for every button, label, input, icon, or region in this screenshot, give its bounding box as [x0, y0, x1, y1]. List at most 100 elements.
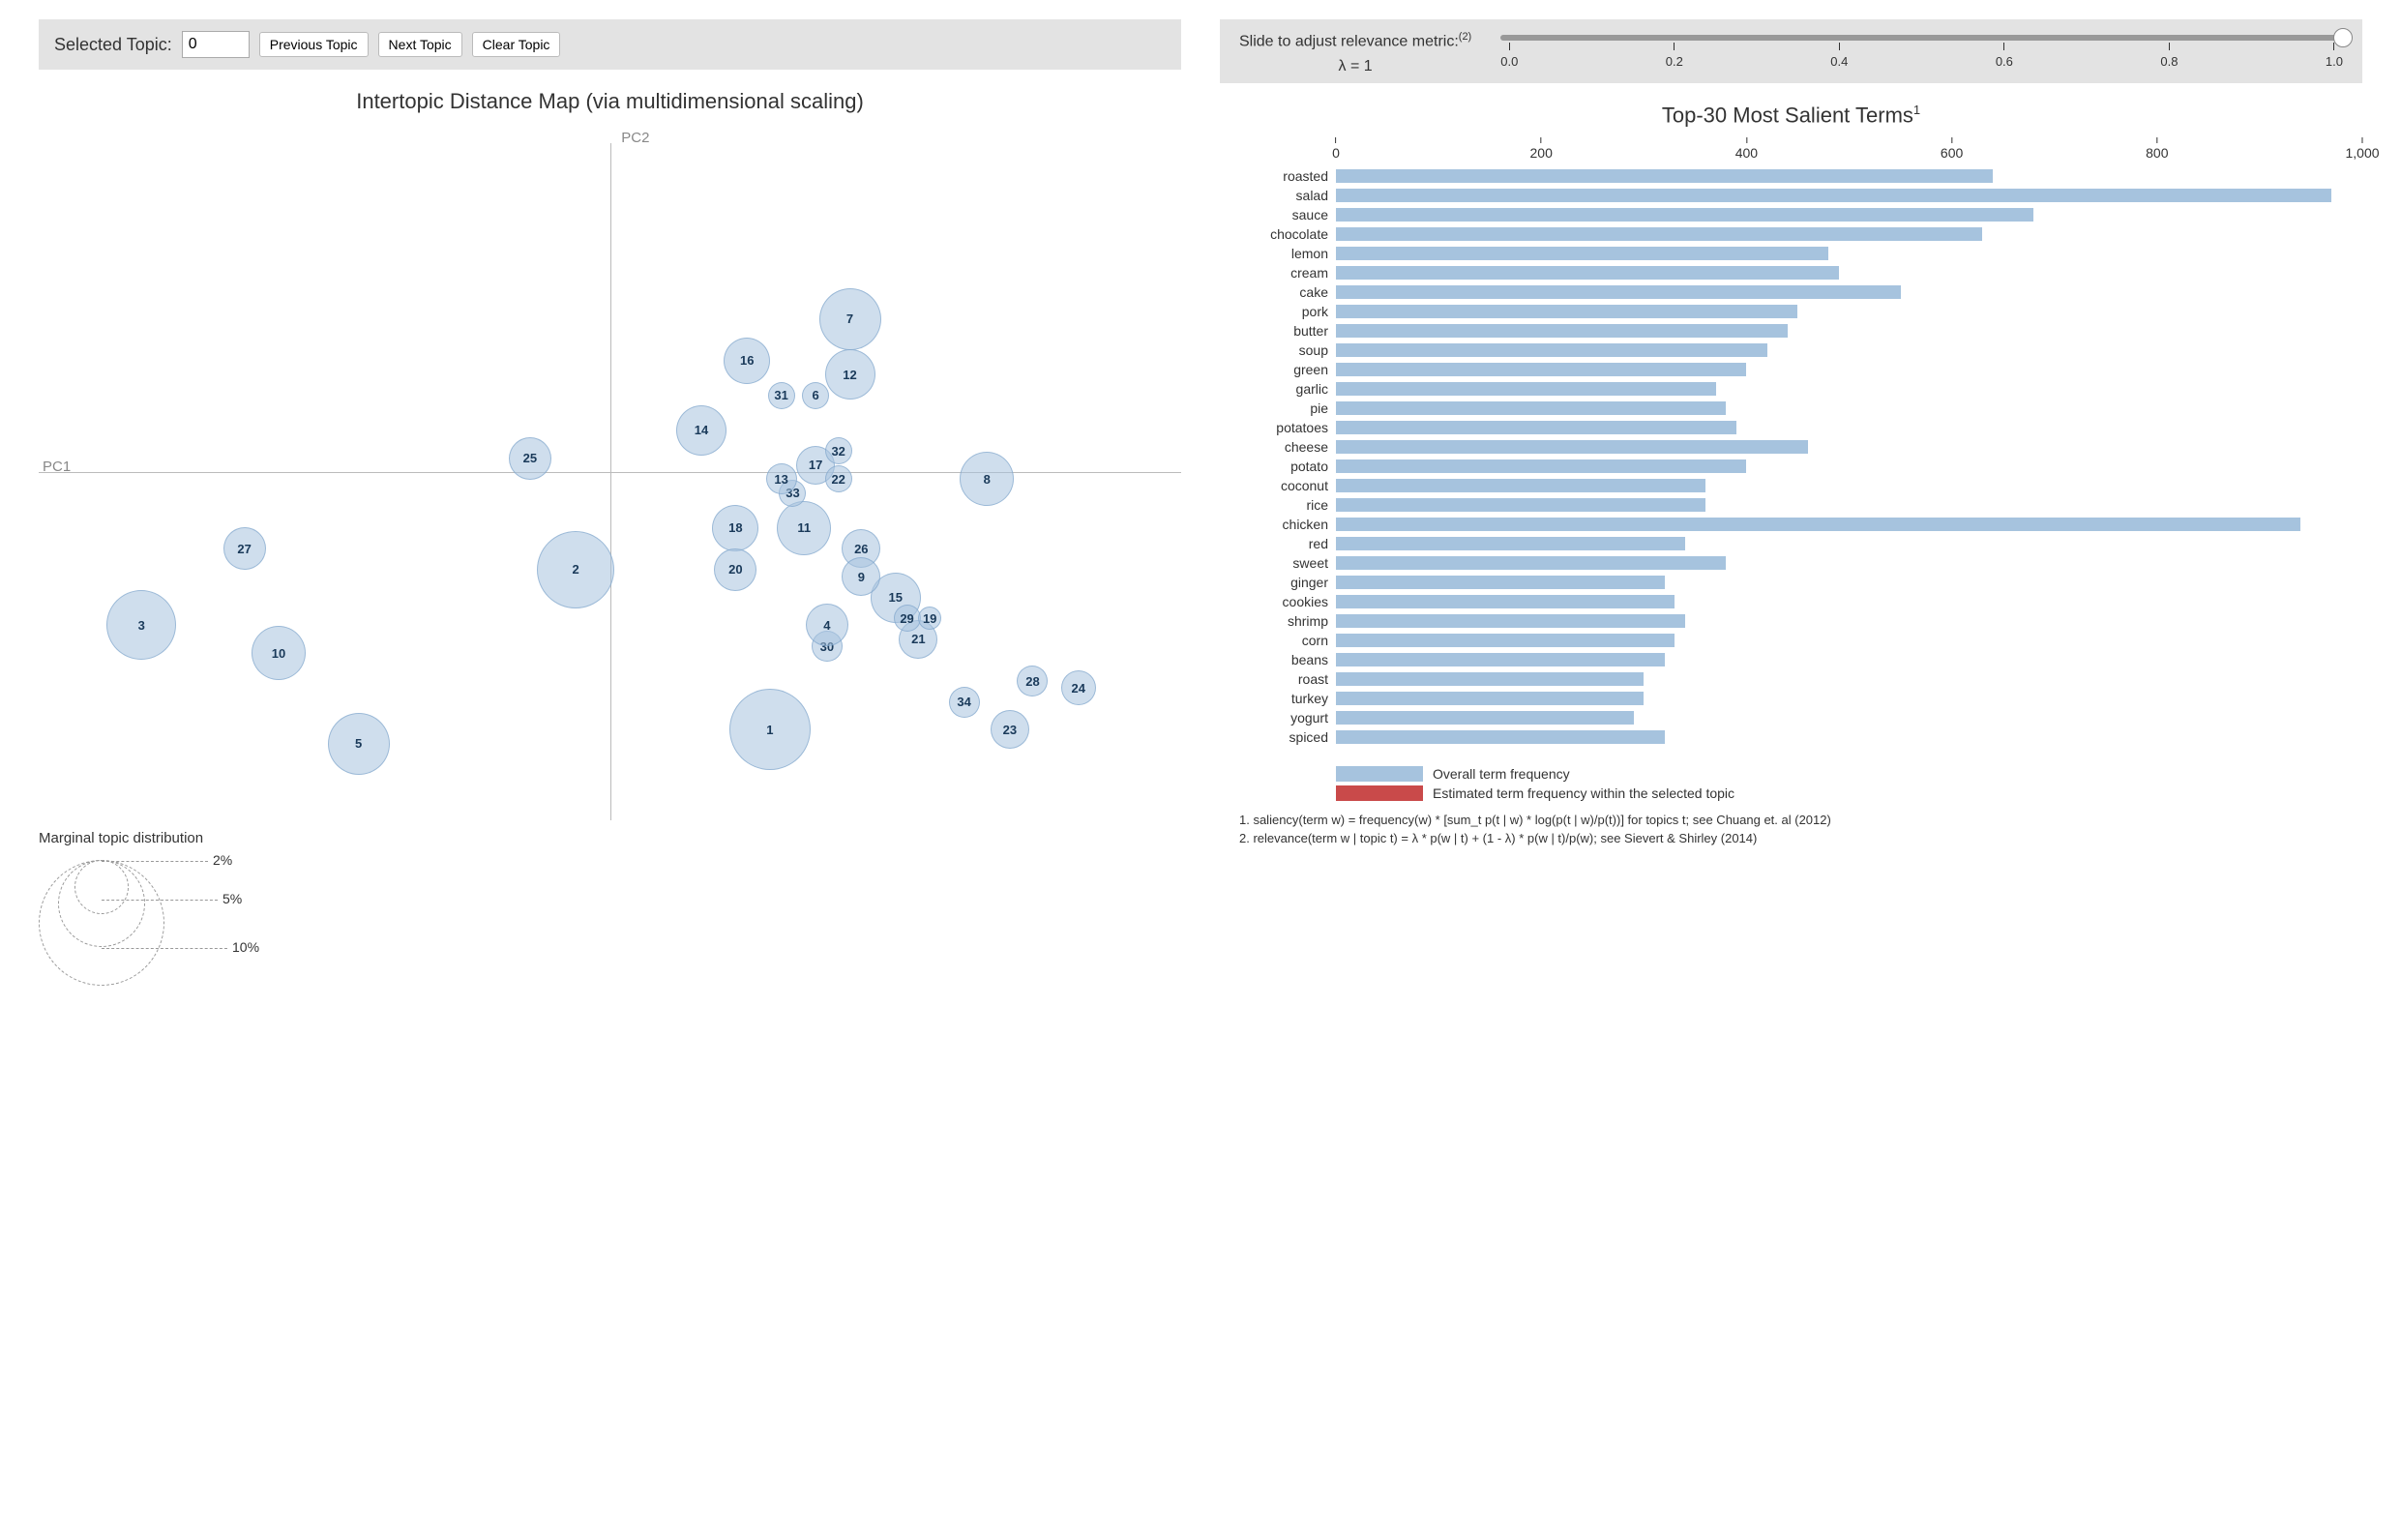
- slider-tick: 0.0: [1500, 43, 1518, 69]
- topic-bubble[interactable]: 19: [918, 607, 941, 630]
- topic-bubble[interactable]: 3: [106, 590, 176, 660]
- topic-bubble[interactable]: 7: [819, 288, 881, 350]
- topic-bubble[interactable]: 22: [825, 465, 852, 492]
- term-bar-row[interactable]: cake: [1220, 282, 2362, 302]
- term-bar-row[interactable]: corn: [1220, 631, 2362, 650]
- term-label: roasted: [1220, 168, 1336, 184]
- bar-axis-tick: 1,000: [2345, 137, 2379, 161]
- relevance-slider-panel: Slide to adjust relevance metric:(2) λ =…: [1220, 19, 2362, 83]
- term-bar-row[interactable]: coconut: [1220, 476, 2362, 495]
- bar-chart-legend: Overall term frequency Estimated term fr…: [1336, 766, 2362, 801]
- topic-bubble[interactable]: 10: [252, 626, 306, 680]
- topic-bubble[interactable]: 34: [949, 687, 980, 718]
- term-bar-row[interactable]: green: [1220, 360, 2362, 379]
- swatch-overall-icon: [1336, 766, 1423, 782]
- term-bar-fill: [1336, 343, 1767, 357]
- term-label: beans: [1220, 652, 1336, 667]
- selected-topic-input[interactable]: [182, 31, 250, 58]
- topic-bubble[interactable]: 20: [714, 548, 756, 591]
- salient-terms-bar-chart[interactable]: roasted saladsaucechocolatelemon creamcake…: [1220, 166, 2362, 747]
- topic-bubble[interactable]: 1: [729, 689, 811, 770]
- footnote-2: 2. relevance(term w | topic t) = λ * p(w…: [1239, 829, 2362, 848]
- term-bar-row[interactable]: ginger: [1220, 573, 2362, 592]
- topic-bubble[interactable]: 12: [825, 349, 875, 400]
- topic-bubble[interactable]: 6: [802, 382, 829, 409]
- topic-bubble[interactable]: 9: [842, 557, 880, 596]
- topic-bubble[interactable]: 28: [1017, 666, 1048, 696]
- term-bar-fill: [1336, 672, 1644, 686]
- term-bar-row[interactable]: cookies: [1220, 592, 2362, 611]
- term-bar-row[interactable]: roast: [1220, 669, 2362, 689]
- term-bar-row[interactable]: yogurt: [1220, 708, 2362, 727]
- term-bar-fill: [1336, 518, 2300, 531]
- term-bar-track: [1336, 614, 2362, 628]
- topic-bubble[interactable]: 29: [894, 605, 921, 632]
- topic-bubble[interactable]: 24: [1061, 670, 1096, 705]
- topic-bubble[interactable]: 11: [777, 501, 831, 555]
- topic-bubble[interactable]: 14: [676, 405, 726, 456]
- term-bar-row[interactable]: sauce: [1220, 205, 2362, 224]
- term-bar-row[interactable]: spiced: [1220, 727, 2362, 747]
- term-bar-row[interactable]: garlic: [1220, 379, 2362, 399]
- topic-bubble[interactable]: 25: [509, 437, 551, 480]
- term-label: potato: [1220, 459, 1336, 474]
- term-bar-row[interactable]: chocolate: [1220, 224, 2362, 244]
- topic-bubble[interactable]: 5: [328, 713, 390, 775]
- term-bar-row[interactable]: chicken: [1220, 515, 2362, 534]
- term-bar-fill: [1336, 382, 1716, 396]
- topic-bubble[interactable]: 2: [537, 531, 614, 608]
- term-bar-track: [1336, 324, 2362, 338]
- intertopic-distance-map[interactable]: PC1 PC2 12357810111214151617182021232425…: [39, 124, 1181, 820]
- term-bar-row[interactable]: red: [1220, 534, 2362, 553]
- term-bar-row[interactable]: turkey: [1220, 689, 2362, 708]
- term-bar-row[interactable]: cream: [1220, 263, 2362, 282]
- term-bar-row[interactable]: butter: [1220, 321, 2362, 341]
- next-topic-button[interactable]: Next Topic: [378, 32, 462, 57]
- term-bar-fill: [1336, 595, 1675, 608]
- axis-label-pc2: PC2: [621, 130, 649, 146]
- term-label: coconut: [1220, 478, 1336, 493]
- term-bar-row[interactable]: potatoes: [1220, 418, 2362, 437]
- term-bar-row[interactable]: salad: [1220, 186, 2362, 205]
- term-bar-row[interactable]: roasted: [1220, 166, 2362, 186]
- term-bar-fill: [1336, 169, 1993, 183]
- legend-overall-text: Overall term frequency: [1433, 766, 1570, 782]
- lambda-value: λ = 1: [1339, 58, 1373, 74]
- lambda-slider[interactable]: 0.00.20.40.60.81.0: [1500, 29, 2343, 68]
- legend-pct-5: 5%: [222, 891, 242, 906]
- topic-bubble[interactable]: 23: [991, 710, 1029, 749]
- topic-bubble[interactable]: 18: [712, 505, 758, 551]
- topic-bubble[interactable]: 27: [223, 527, 266, 570]
- term-bar-row[interactable]: rice: [1220, 495, 2362, 515]
- term-bar-fill: [1336, 324, 1788, 338]
- previous-topic-button[interactable]: Previous Topic: [259, 32, 369, 57]
- term-bar-row[interactable]: pork: [1220, 302, 2362, 321]
- topic-bubble[interactable]: 8: [960, 452, 1014, 506]
- term-bar-track: [1336, 440, 2362, 454]
- term-bar-row[interactable]: sweet: [1220, 553, 2362, 573]
- slider-tick: 0.4: [1830, 43, 1848, 69]
- term-bar-row[interactable]: potato: [1220, 457, 2362, 476]
- term-bar-track: [1336, 518, 2362, 531]
- topic-bubble[interactable]: 16: [724, 338, 770, 384]
- topic-bubble[interactable]: 31: [768, 382, 795, 409]
- term-bar-track: [1336, 285, 2362, 299]
- slider-tick: 0.8: [2160, 43, 2178, 69]
- term-label: ginger: [1220, 575, 1336, 590]
- term-bar-row[interactable]: soup: [1220, 341, 2362, 360]
- term-label: sweet: [1220, 555, 1336, 571]
- term-bar-row[interactable]: cheese: [1220, 437, 2362, 457]
- term-bar-row[interactable]: beans: [1220, 650, 2362, 669]
- term-label: cream: [1220, 265, 1336, 281]
- topic-bubble[interactable]: 32: [825, 437, 852, 464]
- marginal-distribution-legend: Marginal topic distribution 2% 5% 10%: [39, 830, 1181, 986]
- term-bar-row[interactable]: lemon: [1220, 244, 2362, 263]
- term-label: green: [1220, 362, 1336, 377]
- term-bar-row[interactable]: shrimp: [1220, 611, 2362, 631]
- clear-topic-button[interactable]: Clear Topic: [472, 32, 561, 57]
- term-label: cookies: [1220, 594, 1336, 609]
- legend-topic-text: Estimated term frequency within the sele…: [1433, 785, 1734, 801]
- topic-bubble[interactable]: 4: [806, 604, 848, 646]
- term-bar-row[interactable]: pie: [1220, 399, 2362, 418]
- topic-bubble[interactable]: 13: [766, 463, 797, 494]
